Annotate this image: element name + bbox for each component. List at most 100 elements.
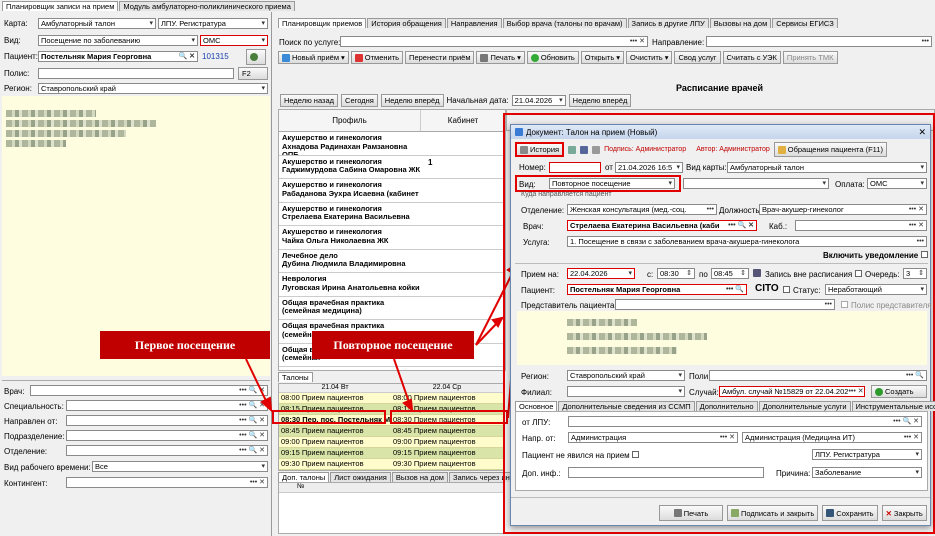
ot-lpu-field[interactable]: ••• 🔍 ✕: [568, 416, 922, 427]
sign-icon: [731, 509, 739, 517]
kab-label: Каб.:: [769, 222, 788, 231]
vid-select[interactable]: Повторное посещение ▾: [549, 178, 675, 189]
dlg-patient-field[interactable]: Постельняк Мария Георговна ••• 🔍: [567, 284, 747, 295]
notify-checkbox[interactable]: [921, 251, 928, 258]
otdelenie-field[interactable]: Женская консультация (мед.-соц. •••: [567, 204, 717, 215]
s-time[interactable]: 08:30 ⇕: [657, 268, 695, 279]
priem-label: Прием на:: [521, 270, 559, 279]
ochered-label: Очередь:: [865, 270, 900, 279]
poli-field[interactable]: ••• 🔍: [709, 370, 927, 381]
redacted-info: [567, 333, 707, 340]
vid-extra-select[interactable]: ▾: [683, 178, 829, 189]
status-select[interactable]: Неработающий ▾: [825, 284, 927, 295]
calendar-icon[interactable]: [753, 269, 761, 277]
po-time[interactable]: 08:45 ⇕: [711, 268, 749, 279]
close-icon[interactable]: ✕: [918, 127, 926, 138]
redacted-info: [567, 319, 637, 326]
polis-predst-checkbox[interactable]: [841, 301, 848, 308]
signature-label: Подпись: Администратор: [604, 146, 687, 153]
dlg-print-button[interactable]: Печать: [659, 505, 723, 521]
print-icon[interactable]: [592, 145, 601, 154]
dlg-lpu-select[interactable]: ЛПУ. Регистратура ▾: [812, 449, 922, 460]
s-label: с:: [647, 270, 654, 279]
dolzhnost-field[interactable]: Врач-акушер-гинеколог ••• ✕: [759, 204, 927, 215]
vid-karty-label: Вид карты:: [686, 163, 727, 172]
close-button[interactable]: ✕ Закрыть: [881, 505, 927, 521]
patient-details-area: [517, 311, 927, 365]
vne-label: Запись вне расписания: [765, 270, 853, 279]
ot-label: от: [605, 163, 613, 172]
subtab-main[interactable]: Основное: [515, 401, 558, 411]
create-button[interactable]: Создать: [871, 385, 927, 398]
vid-label: Вид:: [519, 180, 536, 189]
otdelenie-label: Отделение:: [521, 206, 565, 215]
poli-label: Поли: [689, 372, 709, 381]
dialog-buttons: Печать Подписать и закрыть Сохранить ✕ За…: [659, 505, 927, 521]
save-icon[interactable]: [580, 145, 589, 154]
date-field[interactable]: 21.04.2026 16:5 ▾: [615, 162, 683, 173]
sluchai-field[interactable]: Амбул. случай №15829 от 22.04.202 ••• ✕: [719, 386, 865, 397]
status-checkbox[interactable]: [783, 286, 790, 293]
dlg-region-label: Регион:: [521, 372, 549, 381]
filial-label: Филиал:: [521, 388, 553, 397]
redacted-info: [567, 347, 677, 354]
kab-field[interactable]: ••• ✕: [795, 220, 927, 231]
polis-predst-label: Полис представителя: [851, 301, 932, 310]
napr-ot-label: Напр. от:: [522, 434, 556, 443]
usluga-field[interactable]: 1. Посещение в связи с заболеванием врач…: [567, 236, 927, 247]
vrach-label: Врач:: [523, 222, 544, 231]
kuda-label: Куда направляется пациент: [521, 191, 612, 198]
vrach-field[interactable]: Стрелаева Екатерина Васильевна (каби ••• …: [567, 220, 757, 231]
divider: [515, 263, 928, 264]
prichina-label: Причина:: [776, 469, 811, 478]
appeals-button[interactable]: Обращения пациента (F11): [773, 142, 887, 157]
history-button[interactable]: История: [515, 142, 565, 157]
sign-close-button[interactable]: Подписать и закрыть: [727, 505, 819, 521]
dialog-title: Документ: Талон на прием (Новый): [526, 127, 658, 137]
napr-ot-field[interactable]: Администрация ••• ✕: [568, 432, 738, 443]
ochered-field[interactable]: 3 ⇕: [903, 268, 927, 279]
napr-ot2-field[interactable]: Администрация (Медицина ИТ) ••• ✕: [742, 432, 922, 443]
predst-field[interactable]: •••: [615, 299, 835, 310]
subtab-content: от ЛПУ: ••• 🔍 ✕ Напр. от: Администрация •…: [515, 411, 928, 491]
dop-inf-field[interactable]: [568, 467, 764, 478]
history-icon: [520, 145, 528, 154]
oplata-select[interactable]: ОМС ▾: [867, 178, 927, 189]
ne-yavilsya-checkbox[interactable]: [632, 451, 639, 458]
cito-label: CITO: [755, 283, 779, 294]
document-icon: [515, 128, 523, 136]
predst-label: Представитель пациента:: [521, 301, 617, 310]
subtab-extra[interactable]: Дополнительно: [695, 401, 758, 411]
ot-lpu-label: от ЛПУ:: [522, 418, 551, 427]
author-label: Автор: Администратор: [696, 146, 770, 153]
save-icon: [826, 509, 835, 517]
notify-label: Включить уведомление: [823, 251, 919, 260]
priem-date[interactable]: 22.04.2026 ▾: [567, 268, 635, 279]
dlg-region-field[interactable]: Ставропольский край ▾: [567, 370, 685, 381]
plus-icon: [875, 387, 883, 396]
dialog-titlebar: Документ: Талон на прием (Новый) ✕: [511, 125, 930, 139]
prichina-select[interactable]: Заболевание ▾: [812, 467, 922, 478]
vne-checkbox[interactable]: [855, 270, 862, 277]
subtab-services[interactable]: Дополнительные услуги: [758, 401, 851, 411]
subtab-instrumental[interactable]: Инструментальные исследования: [851, 401, 935, 411]
folder-icon: [777, 145, 786, 154]
filial-field[interactable]: ▾: [567, 386, 685, 397]
table-icon[interactable]: [568, 145, 577, 154]
po-label: по: [699, 270, 708, 279]
vid-karty-select[interactable]: Амбулаторный талон ▾: [727, 162, 927, 173]
dialog-toolbar: История Подпись: Администратор Автор: Ад…: [515, 142, 887, 157]
printer-icon: [673, 509, 682, 517]
save-button[interactable]: Сохранить: [822, 505, 878, 521]
status-label: Статус:: [793, 286, 821, 295]
dialog-subtabs: Основное Дополнительные сведения из ССМП…: [515, 401, 935, 411]
dolzhnost-label: Должность:: [719, 206, 762, 215]
divider: [511, 497, 930, 498]
oplata-label: Оплата:: [835, 180, 865, 189]
dlg-patient-label: Пациент:: [521, 286, 556, 295]
subtab-ssmp[interactable]: Дополнительные сведения из ССМП: [558, 401, 695, 411]
ne-yavilsya-label: Пациент не явился на прием: [522, 451, 630, 460]
talon-dialog: Документ: Талон на прием (Новый) ✕ Истор…: [510, 124, 935, 526]
sluchai-label: Случай:: [689, 388, 719, 397]
nomer-field[interactable]: [549, 162, 601, 173]
